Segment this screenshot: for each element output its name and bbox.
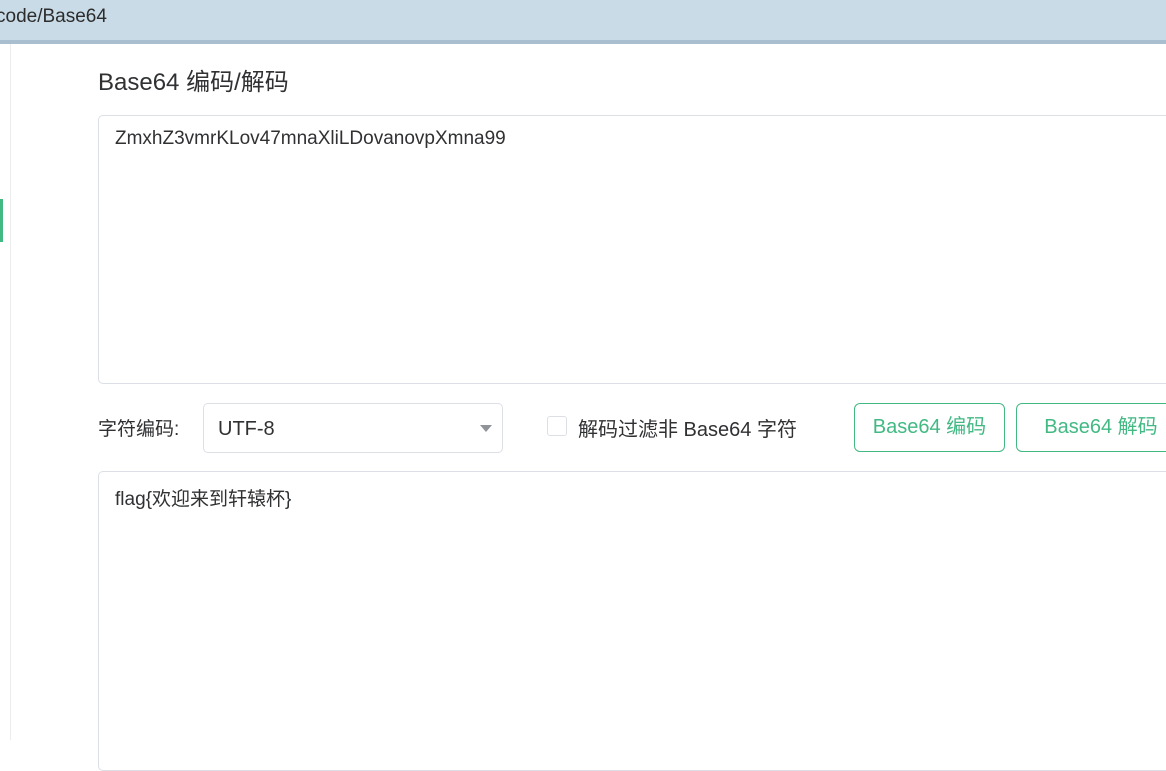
sidebar	[0, 44, 11, 740]
address-bar: code/Base64	[0, 0, 1166, 44]
page-title: Base64 编码/解码	[98, 69, 289, 96]
charset-label: 字符编码:	[98, 419, 180, 440]
input-textarea[interactable]: ZmxhZ3vmrKLov47mnaXliLDovanovpXmna99	[98, 115, 1166, 384]
output-textarea[interactable]: flag{欢迎来到轩辕杯}	[98, 471, 1166, 771]
charset-select[interactable]: UTF-8	[203, 403, 503, 453]
decode-button[interactable]: Base64 解码	[1016, 403, 1166, 452]
breadcrumb[interactable]: code/Base64	[0, 6, 107, 28]
sidebar-active-indicator	[0, 199, 3, 242]
chevron-down-icon	[480, 425, 492, 432]
encode-button[interactable]: Base64 编码	[854, 403, 1005, 452]
filter-checkbox-label[interactable]: 解码过滤非 Base64 字符	[578, 413, 797, 442]
charset-select-value: UTF-8	[218, 418, 275, 440]
filter-checkbox[interactable]	[547, 416, 567, 436]
